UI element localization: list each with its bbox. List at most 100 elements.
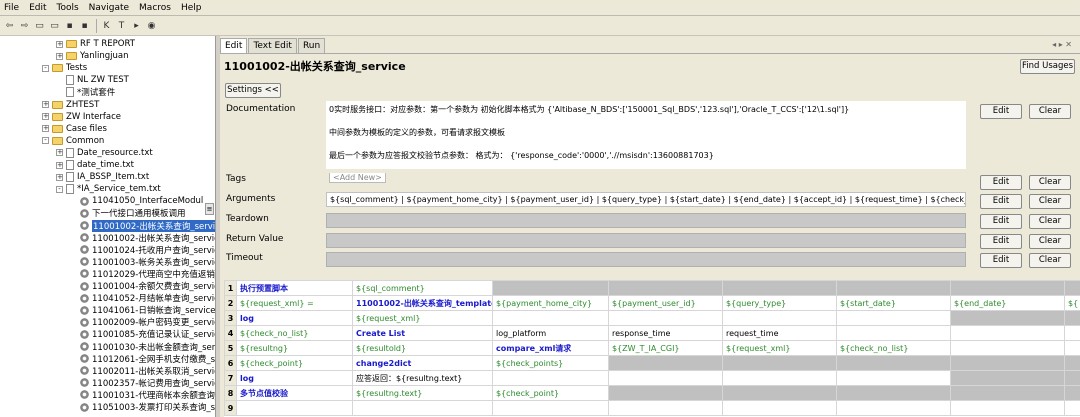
expand-icon[interactable]: +	[42, 101, 49, 108]
settings-toggle-button[interactable]: Settings <<	[225, 83, 281, 98]
grid-cell[interactable]: ${resultold}	[352, 340, 493, 356]
collapse-icon[interactable]: -	[42, 64, 49, 72]
grid-cell[interactable]	[1064, 355, 1080, 371]
documentation-clear-button[interactable]: Clear	[1029, 104, 1071, 119]
grid-cell[interactable]	[950, 310, 1065, 326]
grid-cell[interactable]	[722, 370, 837, 386]
grid-cell[interactable]	[1064, 325, 1080, 341]
row-number[interactable]: 7	[224, 370, 237, 386]
teardown-field[interactable]	[326, 213, 966, 228]
tab-edit[interactable]: Edit	[220, 38, 248, 53]
grid-cell[interactable]	[950, 385, 1065, 401]
save-all-icon[interactable]: ▪	[78, 19, 91, 32]
grid-cell[interactable]	[236, 400, 353, 416]
tree-node[interactable]: *测试套件	[56, 86, 115, 98]
save-icon[interactable]: ▪	[63, 19, 76, 32]
tree-node[interactable]: 11041061-日销帐查询_service	[70, 304, 215, 316]
grid-cell[interactable]	[722, 280, 837, 296]
grid-cell[interactable]: 执行预置脚本	[236, 280, 353, 296]
tree-node[interactable]: 11012061-全网手机支付缴费_servic	[70, 353, 215, 365]
run-icon[interactable]: ▸	[130, 19, 143, 32]
return-value-field[interactable]	[326, 233, 966, 248]
documentation-edit-button[interactable]: Edit	[980, 104, 1022, 119]
return-value-clear-button[interactable]: Clear	[1029, 234, 1071, 249]
tree-node[interactable]: NL ZW TEST	[56, 74, 129, 86]
test-search-icon[interactable]: T	[115, 19, 128, 32]
grid-cell[interactable]	[722, 400, 837, 416]
grid-cell[interactable]: ${payment_user_id}	[608, 295, 723, 311]
tree-node[interactable]: + Case files	[42, 123, 107, 135]
grid-cell[interactable]	[1064, 280, 1080, 296]
expand-icon[interactable]: +	[42, 125, 49, 133]
grid-cell[interactable]	[1064, 385, 1080, 401]
tree-node[interactable]: + ZW Interface	[42, 111, 121, 123]
menu-edit[interactable]: Edit	[29, 3, 46, 13]
open-directory-icon[interactable]: ▭	[48, 19, 61, 32]
tab-text-edit[interactable]: Text Edit	[248, 38, 297, 53]
documentation-field[interactable]: 0实时服务接口：对应参数：第一个参数为 初始化脚本格式为 {'Altibase_…	[326, 101, 966, 169]
grid-cell[interactable]: ${resultng}	[236, 340, 353, 356]
open-folder-icon[interactable]: ▭	[33, 19, 46, 32]
collapse-icon[interactable]: -	[56, 185, 63, 193]
grid-cell[interactable]: ${start_date}	[836, 295, 951, 311]
row-number[interactable]: 5	[224, 340, 237, 356]
stop-icon[interactable]: ◉	[145, 19, 158, 32]
grid-cell[interactable]: ${	[1064, 295, 1080, 311]
tree-node[interactable]: 11001002-出帐关系查询_service	[70, 219, 215, 232]
timeout-edit-button[interactable]: Edit	[980, 253, 1022, 268]
tree-node[interactable]: + Date_resource.txt	[56, 147, 153, 159]
find-usages-button[interactable]: Find Usages	[1020, 59, 1075, 74]
grid-cell[interactable]: log_platform	[492, 325, 609, 341]
grid-cell[interactable]	[950, 340, 1065, 356]
grid-cell[interactable]	[950, 325, 1065, 341]
tree-node[interactable]: + Yanlingjuan	[56, 50, 128, 62]
grid-cell[interactable]	[1064, 400, 1080, 416]
tree-node[interactable]: 11001002-出帐关系查询_service_ng	[70, 232, 215, 244]
row-number[interactable]: 2	[224, 295, 237, 311]
grid-cell[interactable]	[608, 355, 723, 371]
grid-cell[interactable]	[492, 370, 609, 386]
tree-node[interactable]: 11041050_InterfaceModul	[70, 195, 203, 207]
grid-cell[interactable]: ${end_date}	[950, 295, 1065, 311]
grid-cell[interactable]: ${sql_comment}	[352, 280, 493, 296]
grid-cell[interactable]: ${check_no_list}	[236, 325, 353, 341]
grid-cell[interactable]	[950, 280, 1065, 296]
grid-cell[interactable]	[950, 355, 1065, 371]
tab-navigation-icon[interactable]: ◂ ▸ ✕	[1052, 40, 1072, 49]
grid-cell[interactable]	[836, 385, 951, 401]
arguments-edit-button[interactable]: Edit	[980, 194, 1022, 209]
grid-cell[interactable]: ${check_point}	[492, 385, 609, 401]
grid-cell[interactable]: log	[236, 370, 353, 386]
grid-cell[interactable]	[608, 400, 723, 416]
grid-cell[interactable]	[1064, 370, 1080, 386]
grid-cell[interactable]	[836, 280, 951, 296]
expand-icon[interactable]: +	[56, 161, 63, 169]
grid-cell[interactable]: ${payment_home_city}	[492, 295, 609, 311]
tree-node[interactable]: 下一代接口通用模板调用	[70, 207, 186, 219]
tree-node[interactable]: + RF T REPORT	[56, 38, 135, 50]
grid-cell[interactable]	[608, 370, 723, 386]
tree-node[interactable]: + IA_BSSP_Item.txt	[56, 171, 149, 183]
expand-icon[interactable]: +	[56, 149, 63, 157]
grid-cell[interactable]	[836, 325, 951, 341]
grid-cell[interactable]: log	[236, 310, 353, 326]
grid-cell[interactable]	[492, 310, 609, 326]
grid-cell[interactable]: request_time	[722, 325, 837, 341]
row-number[interactable]: 3	[224, 310, 237, 326]
expand-icon[interactable]: +	[56, 173, 63, 181]
tags-edit-button[interactable]: Edit	[980, 175, 1022, 190]
row-number[interactable]: 6	[224, 355, 237, 371]
collapse-pane-icon[interactable]: ≡	[205, 203, 214, 215]
menu-file[interactable]: File	[4, 3, 19, 13]
grid-cell[interactable]	[492, 280, 609, 296]
tree-node[interactable]: 11012029-代理商空中充值返销_servic	[70, 268, 215, 280]
grid-cell[interactable]: ${request_xml} =	[236, 295, 353, 311]
tree-node[interactable]: - Common	[42, 135, 104, 147]
grid-cell[interactable]: ${request_xml}	[352, 310, 493, 326]
expand-icon[interactable]: +	[56, 52, 63, 60]
tree-node[interactable]: 11041052-月结帐单查询_service	[70, 292, 215, 304]
menu-navigate[interactable]: Navigate	[89, 3, 129, 13]
grid-cell[interactable]: change2dict	[352, 355, 493, 371]
grid-cell[interactable]	[608, 310, 723, 326]
expand-icon[interactable]: +	[42, 113, 49, 121]
